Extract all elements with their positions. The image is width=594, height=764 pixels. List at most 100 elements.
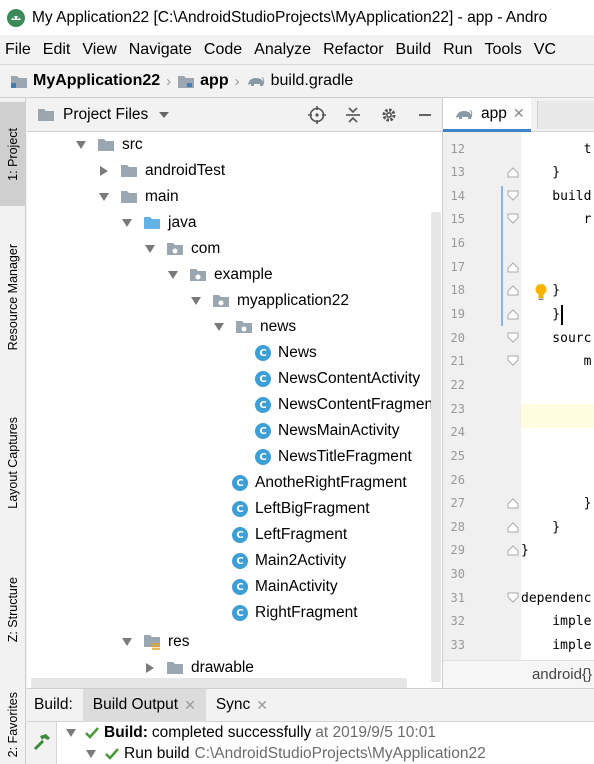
tree-item-myapplication22[interactable]: myapplication22	[188, 288, 349, 314]
menu-tools[interactable]: Tools	[478, 41, 527, 59]
code-area[interactable]: t } build r } } sourc m } } } dependenc …	[521, 132, 594, 688]
tree-item-class-leftfragment[interactable]: C LeftFragment	[232, 522, 347, 548]
collapsed-arrow-icon[interactable]	[96, 165, 112, 177]
fold-marker-icon[interactable]	[507, 190, 519, 202]
menu-view[interactable]: View	[76, 41, 122, 59]
fold-marker-icon[interactable]	[507, 284, 519, 296]
tree-item-class-anotherightfragment[interactable]: C AnotheRightFragment	[232, 470, 407, 496]
project-view-selector[interactable]: Project Files	[63, 106, 148, 124]
folder-icon	[121, 191, 137, 203]
expanded-arrow-icon[interactable]	[142, 244, 158, 254]
class-icon: C	[232, 527, 248, 543]
menu-build[interactable]: Build	[390, 41, 438, 59]
vertical-scrollbar[interactable]	[431, 212, 441, 682]
code-line: }	[521, 543, 529, 558]
menu-refactor[interactable]: Refactor	[317, 41, 389, 59]
class-icon: C	[232, 475, 248, 491]
expanded-arrow-icon[interactable]	[119, 218, 135, 228]
build-result-row[interactable]: Build: completed successfully at 2019/9/…	[65, 724, 436, 742]
fold-marker-icon[interactable]	[507, 355, 519, 367]
project-folder-icon	[11, 75, 27, 88]
collapsed-arrow-icon[interactable]	[142, 662, 158, 674]
menu-file[interactable]: File	[0, 41, 37, 59]
menu-edit[interactable]: Edit	[37, 41, 77, 59]
editor-tab-bar: app ✕	[443, 98, 594, 132]
fold-marker-icon[interactable]	[507, 166, 519, 178]
tree-item-example[interactable]: example	[165, 262, 273, 288]
close-tab-icon[interactable]: ✕	[256, 697, 268, 714]
tool-tab-structure[interactable]: Z: Structure	[0, 560, 26, 660]
tab-sync[interactable]: Sync ✕	[206, 689, 278, 722]
line-number: 20	[450, 331, 465, 345]
tree-item-label: myapplication22	[237, 292, 350, 309]
build-tab-bar: Build: Build Output ✕ Sync ✕	[27, 688, 594, 722]
fold-marker-icon[interactable]	[507, 544, 519, 556]
tree-item-class-newscontentactivity[interactable]: C NewsContentActivity	[255, 366, 420, 392]
fold-marker-icon[interactable]	[507, 213, 519, 225]
window-title: My Application22 [C:\AndroidStudioProjec…	[32, 8, 548, 26]
menu-analyze[interactable]: Analyze	[248, 41, 317, 59]
tree-item-androidtest[interactable]: androidTest	[96, 158, 225, 184]
expanded-arrow-icon[interactable]	[73, 140, 89, 150]
tab-build-output[interactable]: Build Output ✕	[82, 688, 206, 722]
tool-tab-resource-manager[interactable]: Resource Manager	[0, 222, 26, 372]
tree-item-main[interactable]: main	[96, 184, 179, 210]
fold-marker-icon[interactable]	[507, 308, 519, 320]
tree-item-class-main2activity[interactable]: C Main2Activity	[232, 548, 346, 574]
menu-navigate[interactable]: Navigate	[123, 41, 198, 59]
module-folder-icon	[178, 75, 195, 88]
left-tool-strip: 1: Project Resource Manager Layout Captu…	[0, 98, 26, 764]
tree-item-label: RightFragment	[255, 604, 358, 621]
expanded-arrow-icon[interactable]	[188, 296, 204, 306]
run-build-row[interactable]: Run build C:\AndroidStudioProjects\MyApp…	[85, 745, 486, 763]
menu-run[interactable]: Run	[437, 41, 478, 59]
fold-marker-icon[interactable]	[507, 521, 519, 533]
tool-tab-favorites[interactable]: 2: Favorites	[0, 686, 26, 764]
hammer-icon[interactable]	[32, 732, 52, 752]
menu-code[interactable]: Code	[198, 41, 248, 59]
dropdown-arrow-icon[interactable]	[158, 111, 170, 119]
tree-item-res[interactable]: res	[119, 629, 190, 655]
tree-item-src[interactable]: src	[73, 132, 143, 158]
folder-icon	[121, 165, 137, 177]
tree-item-class-newstitlefragment[interactable]: C NewsTitleFragment	[255, 444, 412, 470]
tree-item-class-newsmainactivity[interactable]: C NewsMainActivity	[255, 418, 399, 444]
tool-tab-project[interactable]: 1: Project	[0, 102, 26, 206]
breadcrumb-module[interactable]: app	[177, 72, 229, 90]
tree-item-class-leftbigfragment[interactable]: C LeftBigFragment	[232, 496, 370, 522]
locate-file-icon[interactable]	[299, 106, 335, 124]
expanded-arrow-icon[interactable]	[96, 192, 112, 202]
tree-item-java[interactable]: java	[119, 210, 196, 236]
tree-item-news[interactable]: news	[211, 314, 296, 340]
tree-item-com[interactable]: com	[142, 236, 220, 262]
tree-item-class-news[interactable]: C News	[255, 340, 317, 366]
expanded-arrow-icon[interactable]	[65, 728, 77, 738]
editor-breadcrumb[interactable]: android{}	[443, 660, 594, 688]
tree-item-label: res	[168, 633, 190, 650]
horizontal-scrollbar[interactable]	[31, 678, 407, 688]
fold-marker-icon[interactable]	[507, 261, 519, 273]
hide-panel-icon[interactable]	[407, 106, 442, 124]
menu-vcs[interactable]: VC	[528, 41, 562, 59]
tree-item-class-rightfragment[interactable]: C RightFragment	[232, 600, 358, 626]
fold-marker-icon[interactable]	[507, 332, 519, 344]
expanded-arrow-icon[interactable]	[165, 270, 181, 280]
editor-tab-app[interactable]: app ✕	[443, 98, 531, 132]
close-tab-icon[interactable]: ✕	[513, 105, 525, 122]
menu-bar: File Edit View Navigate Code Analyze Ref…	[0, 35, 594, 64]
editor-tab-next[interactable]	[537, 101, 594, 129]
fold-marker-icon[interactable]	[507, 592, 519, 604]
fold-marker-icon[interactable]	[507, 497, 519, 509]
code-line: build	[521, 189, 592, 204]
tool-tab-layout-captures[interactable]: Layout Captures	[0, 398, 26, 528]
expanded-arrow-icon[interactable]	[119, 637, 135, 647]
tree-item-class-newscontentfragment[interactable]: C NewsContentFragment	[255, 392, 437, 418]
breadcrumb-file[interactable]: build.gradle	[246, 72, 353, 90]
expanded-arrow-icon[interactable]	[85, 749, 97, 759]
breadcrumb-project[interactable]: MyApplication22	[10, 72, 160, 90]
settings-gear-icon[interactable]	[371, 106, 407, 124]
expanded-arrow-icon[interactable]	[211, 322, 227, 332]
collapse-all-icon[interactable]	[335, 106, 371, 124]
tree-item-class-mainactivity[interactable]: C MainActivity	[232, 574, 338, 600]
close-tab-icon[interactable]: ✕	[184, 697, 196, 714]
